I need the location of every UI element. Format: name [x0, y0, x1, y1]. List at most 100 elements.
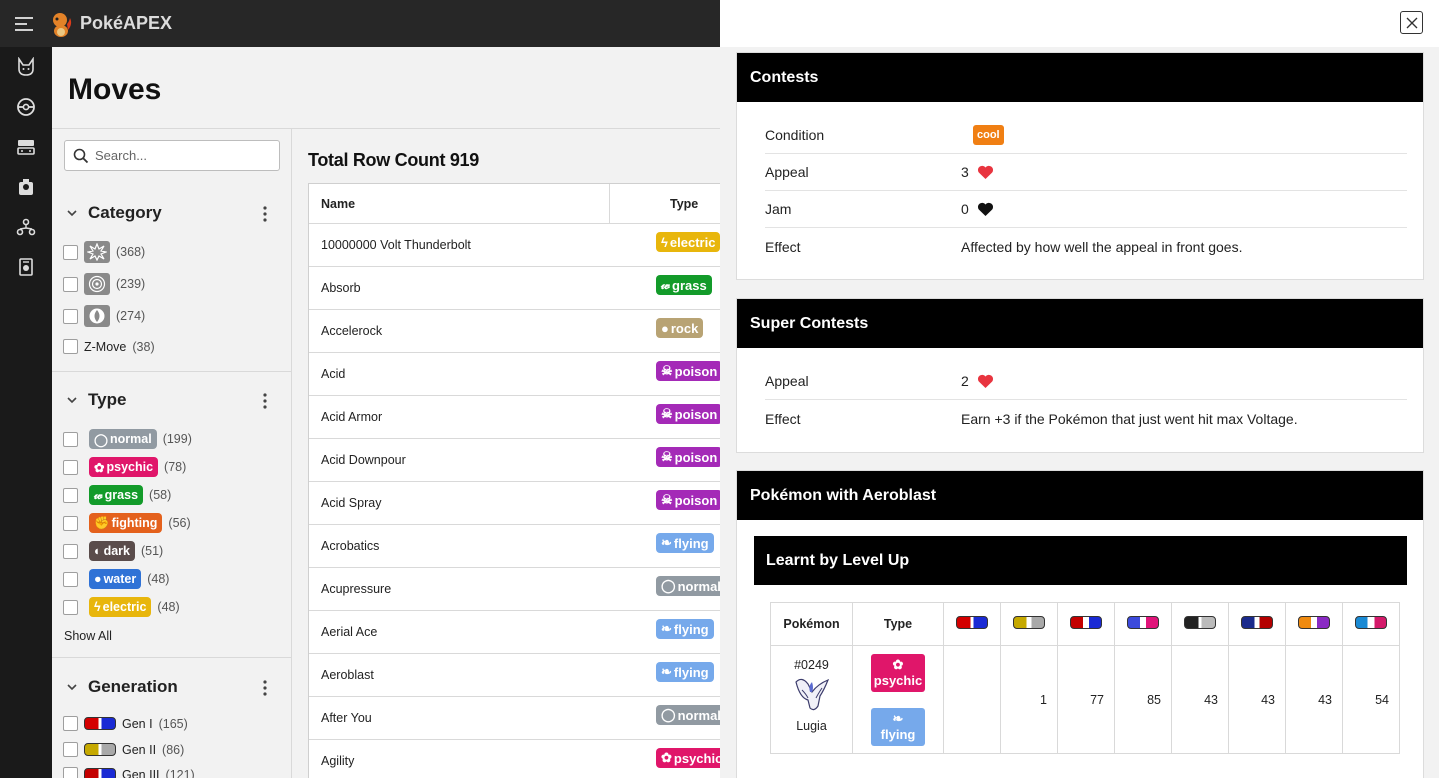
checkbox[interactable] [63, 276, 78, 292]
gen-vii-header[interactable] [1285, 602, 1343, 646]
poison-icon: ☠ [661, 449, 673, 464]
close-button[interactable] [1400, 11, 1423, 34]
move-name[interactable]: After You [309, 711, 610, 725]
type-option-fighting[interactable]: ✊ fighting (56) [63, 513, 191, 533]
checkbox[interactable] [63, 742, 78, 757]
type-option-electric[interactable]: ϟ electric (48) [63, 597, 180, 617]
gen-i-header[interactable] [943, 602, 1001, 646]
checkbox[interactable] [63, 339, 78, 354]
move-name[interactable]: Aeroblast [309, 668, 610, 682]
type-option-dark[interactable]: ◐ dark (51) [63, 541, 163, 561]
gen-vi-header[interactable] [1228, 602, 1286, 646]
type-option-water[interactable]: ● water (48) [63, 569, 169, 589]
table-row[interactable]: Absorb 𝓌 grass [309, 267, 720, 310]
move-name[interactable]: 10000000 Volt Thunderbolt [309, 238, 610, 252]
item-bag-icon [19, 179, 33, 195]
gen-ii-header[interactable] [1000, 602, 1058, 646]
table-header-row: Name Type [309, 184, 720, 224]
checkbox[interactable] [63, 571, 78, 587]
lugia-sprite[interactable] [788, 672, 836, 716]
column-header-pokemon[interactable]: Pokémon [770, 602, 853, 646]
table-row[interactable]: Aerial Ace ❧ flying [309, 611, 720, 654]
checkbox[interactable] [63, 431, 78, 447]
type-badge: ❧ flying [656, 533, 714, 553]
generation-option-2[interactable]: Gen II (86) [63, 742, 184, 757]
type-badge: ☠ poison [656, 361, 720, 381]
table-row[interactable]: Acid Spray ☠ poison [309, 482, 720, 525]
gen-iv-header[interactable] [1114, 602, 1172, 646]
checkbox[interactable] [63, 487, 78, 503]
column-header-type[interactable]: Type [852, 602, 944, 646]
generation-option-3[interactable]: Gen III (121) [63, 767, 195, 778]
category-option-zmove[interactable]: Z-Move (38) [63, 339, 155, 354]
move-name[interactable]: Accelerock [309, 324, 610, 338]
category-header[interactable]: Category [52, 197, 292, 229]
show-all-link[interactable]: Show All [64, 629, 112, 643]
gen-v-header[interactable] [1171, 602, 1229, 646]
more-options-icon[interactable] [262, 679, 268, 697]
more-options-icon[interactable] [262, 392, 268, 410]
move-name[interactable]: Agility [309, 754, 610, 768]
table-row[interactable]: Acid Downpour ☠ poison [309, 439, 720, 482]
checkbox[interactable] [63, 244, 78, 260]
move-name[interactable]: Acid [309, 367, 610, 381]
gen-viii-header[interactable] [1342, 602, 1400, 646]
nav-machines[interactable] [0, 247, 52, 287]
table-row[interactable]: Acid ☠ poison [309, 353, 720, 396]
column-header-name[interactable]: Name [309, 184, 610, 223]
table-row[interactable]: After You ◯ normal [309, 697, 720, 740]
contests-card: Contests Condition cool Appeal 3 Jam 0 E… [736, 52, 1424, 280]
nav-games[interactable] [0, 127, 52, 167]
nav-items[interactable] [0, 167, 52, 207]
nav-moves[interactable] [0, 87, 52, 127]
move-name[interactable]: Absorb [309, 281, 610, 295]
move-name[interactable]: Acrobatics [309, 539, 610, 553]
network-icon [16, 218, 36, 236]
gen-iii-header[interactable] [1057, 602, 1115, 646]
move-name[interactable]: Acid Downpour [309, 453, 610, 467]
column-header-type[interactable]: Type [610, 197, 698, 211]
checkbox[interactable] [63, 716, 78, 731]
pokemon-cell[interactable]: #0249 Lugia [770, 645, 853, 754]
pokemon-number: #0249 [794, 658, 829, 672]
move-name[interactable]: Acid Spray [309, 496, 610, 510]
type-header[interactable]: Type [52, 384, 292, 416]
category-option-special[interactable]: (239) [63, 273, 145, 295]
more-options-icon[interactable] [262, 205, 268, 223]
move-name[interactable]: Acupressure [309, 582, 610, 596]
checkbox[interactable] [63, 515, 78, 531]
grass-icon: 𝓌 [94, 487, 103, 502]
option-count: (368) [116, 245, 146, 259]
type-option-grass[interactable]: 𝓌 grass (58) [63, 485, 171, 505]
table-row[interactable]: Agility ✿ psychic [309, 740, 720, 778]
option-count: (165) [158, 716, 188, 731]
table-row[interactable]: Aeroblast ❧ flying [309, 654, 720, 697]
checkbox[interactable] [63, 599, 78, 615]
generation-option-1[interactable]: Gen I (165) [63, 716, 188, 731]
checkbox[interactable] [63, 543, 78, 559]
table-row[interactable]: Accelerock ● rock [309, 310, 720, 353]
table-row[interactable]: Acid Armor ☠ poison [309, 396, 720, 439]
table-row[interactable]: 10000000 Volt Thunderbolt ϟ electric [309, 224, 720, 267]
water-drop-icon: ● [94, 572, 102, 586]
category-option-physical[interactable]: (368) [63, 241, 145, 263]
checkbox[interactable] [63, 767, 78, 778]
move-detail-drawer: Contests Condition cool Appeal 3 Jam 0 E… [720, 0, 1439, 778]
move-name[interactable]: Acid Armor [309, 410, 610, 424]
type-option-normal[interactable]: ◯ normal (199) [63, 429, 192, 449]
pokemon-name: Lugia [796, 719, 827, 733]
gen-iii-icon [84, 768, 116, 778]
nav-pokemon[interactable] [0, 47, 52, 87]
option-label: Gen I [122, 716, 153, 731]
type-badge: ☠ poison [656, 447, 720, 467]
move-name[interactable]: Aerial Ace [309, 625, 610, 639]
category-option-status[interactable]: (274) [63, 305, 145, 327]
nav-types[interactable] [0, 207, 52, 247]
checkbox[interactable] [63, 308, 78, 324]
checkbox[interactable] [63, 459, 78, 475]
search-input[interactable] [95, 148, 275, 163]
generation-header[interactable]: Generation [52, 671, 292, 703]
table-row[interactable]: Acupressure ◯ normal [309, 568, 720, 611]
table-row[interactable]: Acrobatics ❧ flying [309, 525, 720, 568]
type-option-psychic[interactable]: ✿ psychic (78) [63, 457, 186, 477]
